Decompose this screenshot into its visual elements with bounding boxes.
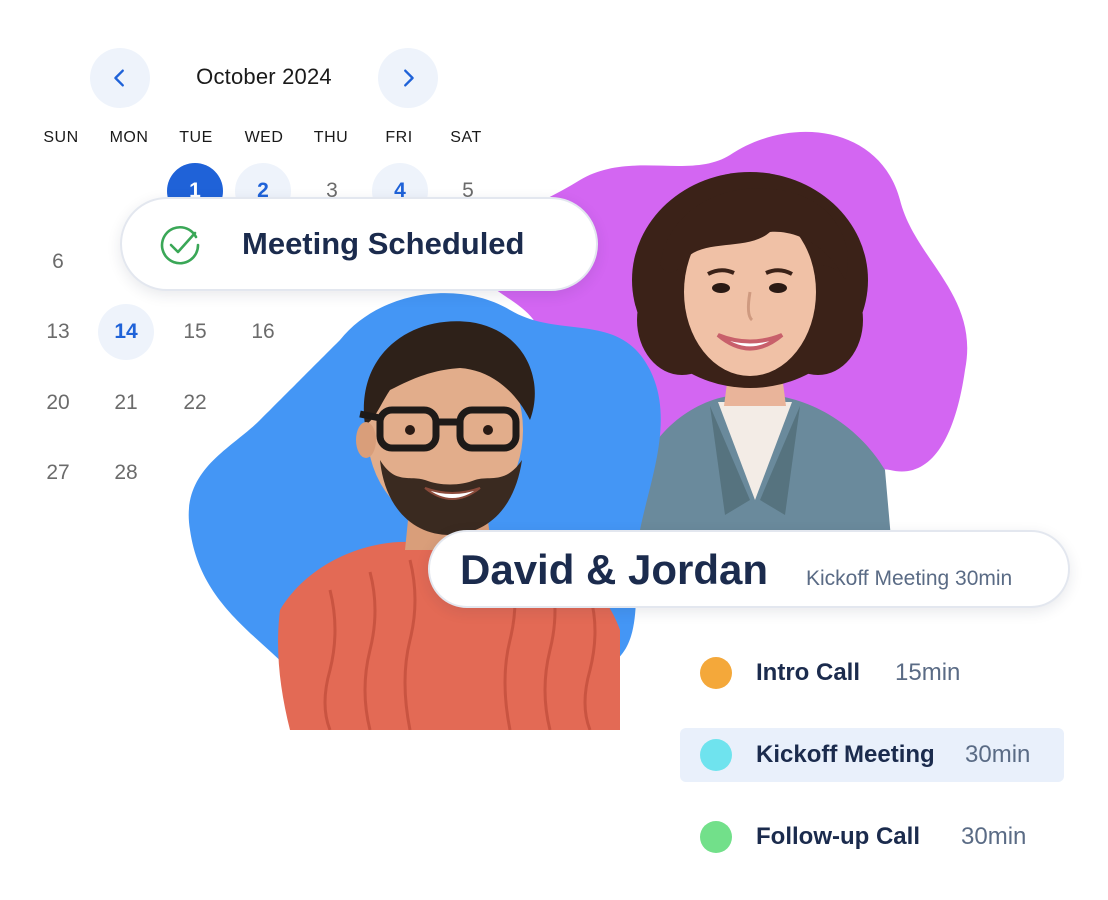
event-type-follow-up-call[interactable]: Follow-up Call 30min — [680, 810, 1064, 864]
event-duration: 30min — [965, 741, 1031, 768]
calendar-day: 13 — [46, 320, 70, 343]
chevron-right-icon — [404, 69, 414, 87]
event-name: Kickoff Meeting — [756, 741, 935, 768]
check-circle-icon — [160, 225, 200, 265]
event-duration: 15min — [895, 659, 961, 686]
weekday-wed: WED — [244, 129, 284, 146]
man-photo — [278, 321, 620, 730]
event-duration: 30min — [961, 823, 1027, 850]
green-dot-icon — [700, 821, 732, 853]
event-type-kickoff-meeting[interactable]: Kickoff Meeting 30min — [680, 728, 1064, 782]
month-title: October 2024 — [196, 64, 332, 89]
meeting-subtitle: Kickoff Meeting 30min — [806, 567, 1013, 590]
notification-label: Meeting Scheduled — [242, 226, 525, 261]
next-month-button[interactable] — [378, 48, 438, 108]
weekday-sun: SUN — [43, 129, 79, 146]
event-name: Follow-up Call — [756, 823, 920, 850]
weekday-tue: TUE — [179, 129, 213, 146]
calendar-day: 6 — [52, 250, 64, 273]
calendar-day: 27 — [46, 461, 70, 484]
cyan-dot-icon — [700, 739, 732, 771]
weekday-fri: FRI — [385, 129, 413, 146]
event-name: Intro Call — [756, 659, 861, 686]
event-type-intro-call[interactable]: Intro Call 15min — [680, 646, 1064, 700]
calendar-day: 20 — [46, 391, 70, 414]
calendar-day-available[interactable]: 14 — [98, 304, 154, 360]
prev-month-button[interactable] — [90, 48, 150, 108]
weekday-mon: MON — [109, 129, 149, 146]
orange-dot-icon — [700, 657, 732, 689]
meeting-participants-card: David & Jordan Kickoff Meeting 30min — [428, 530, 1070, 608]
meeting-scheduled-notification: Meeting Scheduled — [120, 197, 598, 291]
participants-names: David & Jordan — [460, 546, 769, 593]
calendar-day: 21 — [114, 391, 138, 414]
calendar-day: 28 — [114, 461, 138, 484]
chevron-left-icon — [114, 69, 124, 87]
weekday-thu: THU — [313, 129, 349, 146]
